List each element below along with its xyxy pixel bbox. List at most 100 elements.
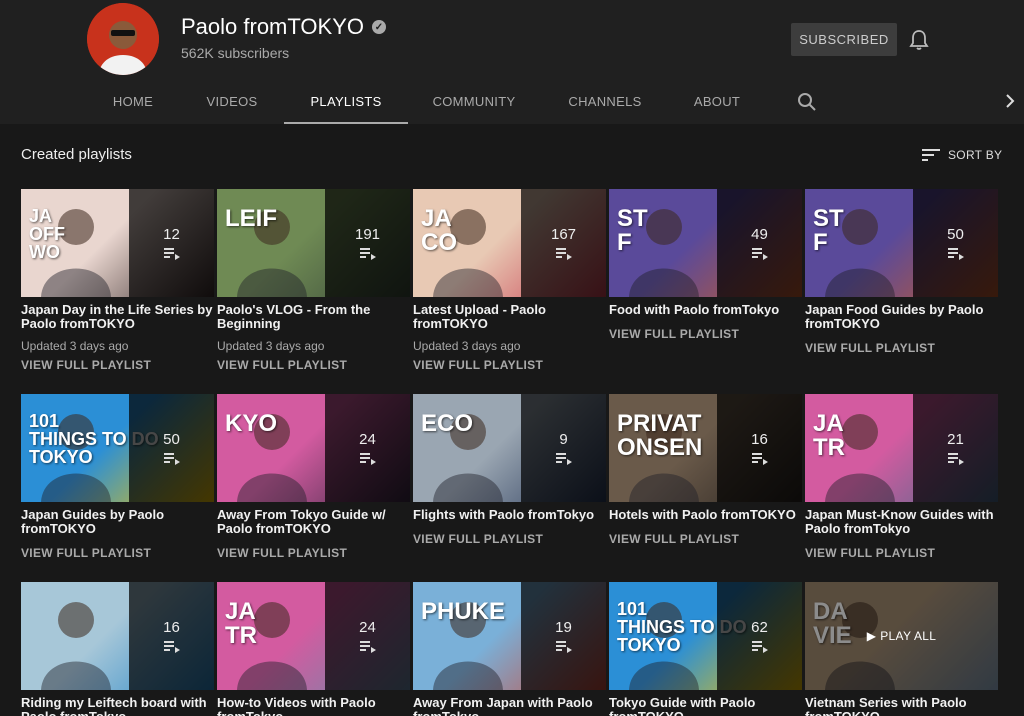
tab-videos[interactable]: VIDEOS: [200, 78, 264, 124]
playlist-thumbnail[interactable]: ST F 49: [609, 189, 802, 297]
playlist-thumbnail[interactable]: LEIF 191: [217, 189, 410, 297]
playlist-icon: [947, 247, 964, 260]
playlist-card[interactable]: JA OFF WO 12 Japan Day in the Life Series by…: [21, 189, 214, 372]
playlist-thumbnail[interactable]: JA TR 24: [217, 582, 410, 690]
playlist-icon: [947, 452, 964, 465]
playlist-title[interactable]: Latest Upload - Paolo fromTOKYO: [413, 303, 606, 331]
playlist-thumbnail[interactable]: JA CO 167: [413, 189, 606, 297]
video-count-overlay: 24: [325, 394, 410, 502]
playlist-thumbnail[interactable]: JA OFF WO 12: [21, 189, 214, 297]
playlist-thumbnail[interactable]: DA VIE ▶ PLAY ALL: [805, 582, 998, 690]
video-count: 21: [947, 430, 964, 448]
playlist-card[interactable]: PRIVAT ONSEN 16 Hotels with Paolo fromTOKYO…: [609, 394, 802, 546]
view-full-playlist-link[interactable]: VIEW FULL PLAYLIST: [805, 341, 998, 355]
playlist-title[interactable]: How-to Videos with Paolo fromTokyo: [217, 696, 410, 716]
view-full-playlist-link[interactable]: VIEW FULL PLAYLIST: [217, 358, 410, 372]
tab-playlists[interactable]: PLAYLISTS: [284, 78, 408, 124]
video-count-overlay: 16: [129, 582, 214, 690]
subscribe-button[interactable]: SUBSCRIBED: [791, 23, 897, 56]
playlist-title[interactable]: Tokyo Guide with Paolo fromTOKYO: [609, 696, 802, 716]
playlist-title[interactable]: Away From Tokyo Guide w/ Paolo fromTOKYO: [217, 508, 410, 536]
view-full-playlist-link[interactable]: VIEW FULL PLAYLIST: [21, 358, 214, 372]
playlist-title[interactable]: Hotels with Paolo fromTOKYO: [609, 508, 802, 522]
playlist-card[interactable]: JA CO 167 Latest Upload - Paolo fromTOKYO Up…: [413, 189, 606, 372]
view-full-playlist-link[interactable]: VIEW FULL PLAYLIST: [413, 532, 606, 546]
playlist-title[interactable]: Flights with Paolo fromTokyo: [413, 508, 606, 522]
video-count-overlay: 50: [129, 394, 214, 502]
tab-home[interactable]: HOME: [105, 78, 161, 124]
playlist-thumbnail[interactable]: 101 THINGS TO DO TOKYO 62: [609, 582, 802, 690]
video-count-overlay: 50: [913, 189, 998, 297]
view-full-playlist-link[interactable]: VIEW FULL PLAYLIST: [609, 532, 802, 546]
playlist-card[interactable]: ST F 49 Food with Paolo fromTokyo VIEW FULL …: [609, 189, 802, 341]
thumbnail-text: ECO: [421, 410, 474, 437]
video-count-overlay: 12: [129, 189, 214, 297]
playlist-title[interactable]: Food with Paolo fromTokyo: [609, 303, 802, 317]
chevron-right-icon[interactable]: [1001, 92, 1019, 110]
playlist-icon: [555, 640, 572, 653]
playlist-title[interactable]: Vietnam Series with Paolo fromTOKYO: [805, 696, 998, 716]
notification-bell-icon[interactable]: [909, 29, 929, 51]
playlist-icon: [555, 247, 572, 260]
playlist-thumbnail[interactable]: 16: [21, 582, 214, 690]
playlist-card[interactable]: DA VIE ▶ PLAY ALL Vietnam Series with Paolo …: [805, 582, 998, 716]
channel-name[interactable]: Paolo fromTOKYO ✓: [181, 14, 386, 40]
video-count: 191: [354, 225, 381, 243]
video-count: 19: [555, 618, 572, 636]
video-count-overlay: 49: [717, 189, 802, 297]
playlist-title[interactable]: Japan Must-Know Guides with Paolo fromTo…: [805, 508, 998, 536]
view-full-playlist-link[interactable]: VIEW FULL PLAYLIST: [805, 546, 998, 560]
video-count-overlay: 19: [521, 582, 606, 690]
play-all-button[interactable]: ▶ PLAY ALL: [867, 629, 937, 643]
thumbnail-text: PRIVAT ONSEN: [617, 410, 703, 461]
video-count: 24: [359, 430, 376, 448]
channel-header: Paolo fromTOKYO ✓ 562K subscribers SUBSC…: [0, 0, 1024, 124]
playlist-title[interactable]: Japan Food Guides by Paolo fromTOKYO: [805, 303, 998, 331]
playlist-thumbnail[interactable]: PRIVAT ONSEN 16: [609, 394, 802, 502]
video-count: 12: [163, 225, 180, 243]
tab-channels[interactable]: CHANNELS: [564, 78, 646, 124]
playlist-card[interactable]: 16 Riding my Leiftech board with Paolo fr…: [21, 582, 214, 716]
view-full-playlist-link[interactable]: VIEW FULL PLAYLIST: [21, 546, 214, 560]
sort-by-button[interactable]: SORT BY: [922, 145, 1002, 165]
playlist-icon: [555, 452, 572, 465]
view-full-playlist-link[interactable]: VIEW FULL PLAYLIST: [609, 327, 802, 341]
channel-name-text: Paolo fromTOKYO: [181, 14, 364, 39]
playlist-updated: Updated 3 days ago: [413, 339, 521, 353]
playlist-title[interactable]: Riding my Leiftech board with Paolo from…: [21, 696, 214, 716]
playlist-updated: Updated 3 days ago: [217, 339, 325, 353]
channel-avatar[interactable]: [87, 3, 159, 75]
playlist-card[interactable]: 101 THINGS TO DO TOKYO 62 Tokyo Guide with P…: [609, 582, 802, 716]
playlist-card[interactable]: JATR 24 How-to Videos with Paolo fromTokyo: [217, 582, 410, 716]
playlist-card[interactable]: PHUKE 19 Away From Japan with Paolo fromTo…: [413, 582, 606, 716]
playlist-icon: [751, 640, 768, 653]
playlist-thumbnail[interactable]: ECO 9: [413, 394, 606, 502]
playlist-card[interactable]: JA TR 21 Japan Must-Know Guides with Paolo …: [805, 394, 998, 560]
playlist-title[interactable]: Paolo's VLOG - From the Beginning: [217, 303, 410, 331]
video-count-overlay: 191: [325, 189, 410, 297]
playlist-thumbnail[interactable]: JA TR 21: [805, 394, 998, 502]
playlist-card[interactable]: 101 THINGS TO DO TOKYO 50 Japan Guides by Pa…: [21, 394, 214, 560]
subscriber-count: 562K subscribers: [181, 45, 290, 61]
video-count: 167: [550, 225, 577, 243]
video-count: 50: [947, 225, 964, 243]
search-icon[interactable]: [797, 92, 817, 112]
playlist-thumbnail[interactable]: KYO 24: [217, 394, 410, 502]
playlist-title[interactable]: Japan Day in the Life Series by Paolo fr…: [21, 303, 214, 331]
playlist-card[interactable]: LEIF 191 Paolo's VLOG - From the Beginning…: [217, 189, 410, 372]
playlist-title[interactable]: Japan Guides by Paolo fromTOKYO: [21, 508, 214, 536]
playlist-thumbnail[interactable]: PHUKE 19: [413, 582, 606, 690]
playlist-card[interactable]: ST F 50 Japan Food Guides by Paolo fromTOKY…: [805, 189, 998, 355]
view-full-playlist-link[interactable]: VIEW FULL PLAYLIST: [217, 546, 410, 560]
tab-community[interactable]: COMMUNITY: [428, 78, 520, 124]
playlist-thumbnail[interactable]: ST F 50: [805, 189, 998, 297]
playlist-icon: [163, 452, 180, 465]
playlist-card[interactable]: ECO 9 Flights with Paolo fromTokyo VIEW FUL…: [413, 394, 606, 546]
playlist-thumbnail[interactable]: 101 THINGS TO DO TOKYO 50: [21, 394, 214, 502]
view-full-playlist-link[interactable]: VIEW FULL PLAYLIST: [413, 358, 606, 372]
video-count: 16: [751, 430, 768, 448]
playlist-card[interactable]: KYO 24 Away From Tokyo Guide w/ Paolo from…: [217, 394, 410, 560]
play-icon: ▶: [866, 629, 877, 643]
playlist-title[interactable]: Away From Japan with Paolo fromTokyo: [413, 696, 606, 716]
tab-about[interactable]: ABOUT: [687, 78, 747, 124]
